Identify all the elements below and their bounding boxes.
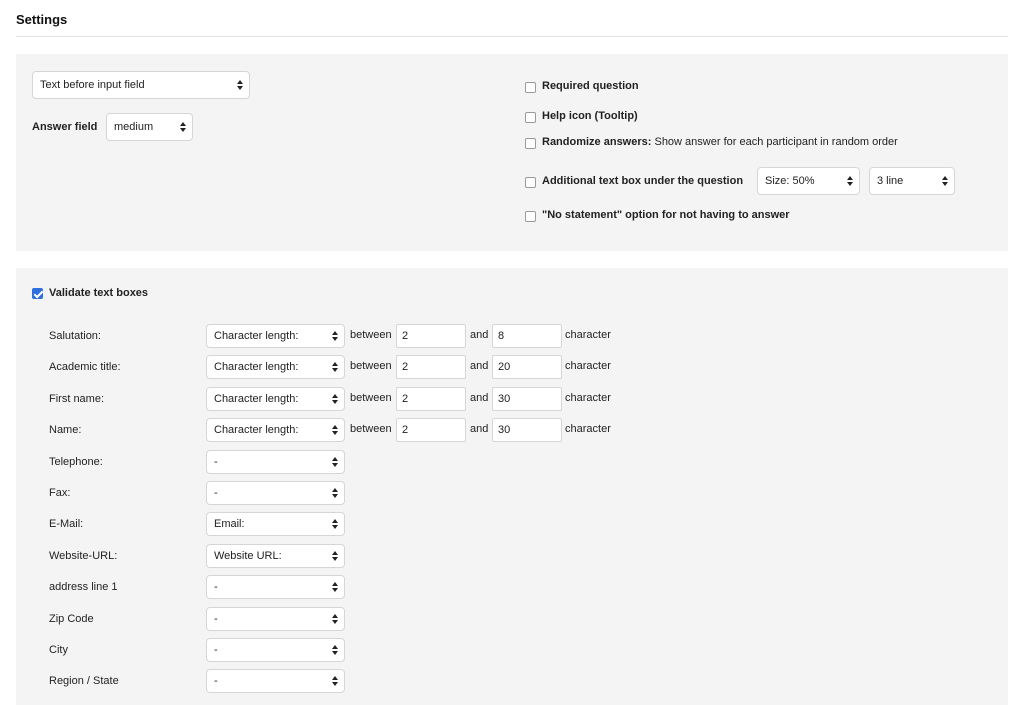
select-arrows-icon <box>332 639 340 659</box>
validation-type-value: Character length: <box>214 361 299 373</box>
validation-panel: Validate text boxes Salutation: Character… <box>16 268 1008 705</box>
and-label: and <box>470 360 489 372</box>
validation-row-label: Region / State <box>49 675 119 687</box>
validation-type-select[interactable]: Email: <box>206 512 345 536</box>
validation-type-select[interactable]: - <box>206 669 345 693</box>
validation-type-select[interactable]: Website URL: <box>206 544 345 568</box>
between-label: between <box>350 360 392 372</box>
validate-text-boxes-checkbox[interactable] <box>32 288 43 299</box>
validation-type-select[interactable]: Character length: <box>206 418 345 442</box>
validation-type-select[interactable]: - <box>206 607 345 631</box>
validation-row-label: address line 1 <box>49 581 118 593</box>
answer-field-value: medium <box>114 121 154 133</box>
between-label: between <box>350 423 392 435</box>
randomize-answers-description: Show answer for each participant in rand… <box>651 136 898 148</box>
character-label: character <box>565 392 611 404</box>
validation-row-label: Academic title: <box>49 361 121 373</box>
validation-row-label: Name: <box>49 424 82 436</box>
and-label: and <box>470 329 489 341</box>
validation-row-label: Website-URL: <box>49 550 118 562</box>
no-statement-label: "No statement" option for not having to … <box>542 209 790 221</box>
select-arrows-icon <box>332 388 340 408</box>
validation-type-select[interactable]: - <box>206 481 345 505</box>
max-length-input[interactable]: 30 <box>492 418 562 442</box>
randomize-answers-label: Randomize answers: Show answer for each … <box>542 136 898 148</box>
randomize-answers-checkbox[interactable] <box>525 138 536 149</box>
select-arrows-icon <box>332 545 340 565</box>
select-arrows-icon <box>332 608 340 628</box>
select-arrows-icon <box>180 114 188 140</box>
select-arrows-icon <box>332 356 340 376</box>
randomize-answers-title: Randomize answers: <box>542 136 652 148</box>
select-arrows-icon <box>847 168 855 194</box>
text-box-size-value: Size: 50% <box>765 175 815 187</box>
select-arrows-icon <box>237 72 245 98</box>
select-arrows-icon <box>332 513 340 533</box>
validation-type-value: Character length: <box>214 424 299 436</box>
validation-row-label: E-Mail: <box>49 518 84 530</box>
validation-row-label: Fax: <box>49 487 71 499</box>
select-arrows-icon <box>332 419 340 439</box>
additional-text-label: Additional text box under the question <box>542 175 744 187</box>
validation-row-label: City <box>49 644 68 656</box>
select-arrows-icon <box>942 168 950 194</box>
validation-type-value: - <box>214 581 218 593</box>
validation-row-label: Zip Code <box>49 613 94 625</box>
validation-type-select[interactable]: Character length: <box>206 355 345 379</box>
text-box-size-select[interactable]: Size: 50% <box>757 167 860 195</box>
validation-type-select[interactable]: - <box>206 575 345 599</box>
and-label: and <box>470 392 489 404</box>
validation-type-select[interactable]: - <box>206 450 345 474</box>
select-arrows-icon <box>332 451 340 471</box>
validation-type-value: Email: <box>214 518 245 530</box>
validation-row-label: Salutation: <box>49 330 101 342</box>
min-length-input[interactable]: 2 <box>396 418 466 442</box>
validation-row-label: First name: <box>49 393 105 405</box>
validation-type-select[interactable]: Character length: <box>206 387 345 411</box>
validation-type-value: Website URL: <box>214 550 282 562</box>
answer-field-select[interactable]: medium <box>106 113 193 141</box>
page-title: Settings <box>16 12 68 27</box>
required-question-label: Required question <box>542 80 639 92</box>
and-label: and <box>470 423 489 435</box>
title-divider <box>16 36 1008 37</box>
between-label: between <box>350 392 392 404</box>
min-length-input[interactable]: 2 <box>396 387 466 411</box>
no-statement-checkbox[interactable] <box>525 211 536 222</box>
max-length-input[interactable]: 20 <box>492 355 562 379</box>
validation-type-value: - <box>214 644 218 656</box>
select-arrows-icon <box>332 576 340 596</box>
answer-field-label: Answer field <box>32 121 98 133</box>
character-label: character <box>565 360 611 372</box>
help-icon-checkbox[interactable] <box>525 112 536 123</box>
settings-panel: Text before input field Answer field med… <box>16 54 1008 251</box>
additional-text-checkbox[interactable] <box>525 177 536 188</box>
text-box-lines-value: 3 line <box>877 175 904 187</box>
text-position-value: Text before input field <box>40 79 145 91</box>
validation-row-label: Telephone: <box>49 456 103 468</box>
between-label: between <box>350 329 392 341</box>
validation-type-select[interactable]: Character length: <box>206 324 345 348</box>
character-label: character <box>565 329 611 341</box>
validation-type-select[interactable]: - <box>206 638 345 662</box>
text-box-lines-select[interactable]: 3 line <box>869 167 955 195</box>
validation-type-value: - <box>214 675 218 687</box>
validation-type-value: - <box>214 456 218 468</box>
validation-type-value: - <box>214 487 218 499</box>
select-arrows-icon <box>332 482 340 502</box>
validation-type-value: Character length: <box>214 393 299 405</box>
select-arrows-icon <box>332 670 340 690</box>
max-length-input[interactable]: 8 <box>492 324 562 348</box>
required-question-checkbox[interactable] <box>525 82 536 93</box>
select-arrows-icon <box>332 325 340 345</box>
character-label: character <box>565 423 611 435</box>
help-icon-label: Help icon (Tooltip) <box>542 110 638 122</box>
max-length-input[interactable]: 30 <box>492 387 562 411</box>
min-length-input[interactable]: 2 <box>396 324 466 348</box>
min-length-input[interactable]: 2 <box>396 355 466 379</box>
validation-type-value: Character length: <box>214 330 299 342</box>
text-position-select[interactable]: Text before input field <box>32 71 250 99</box>
validation-type-value: - <box>214 613 218 625</box>
validate-text-boxes-label: Validate text boxes <box>49 287 149 299</box>
